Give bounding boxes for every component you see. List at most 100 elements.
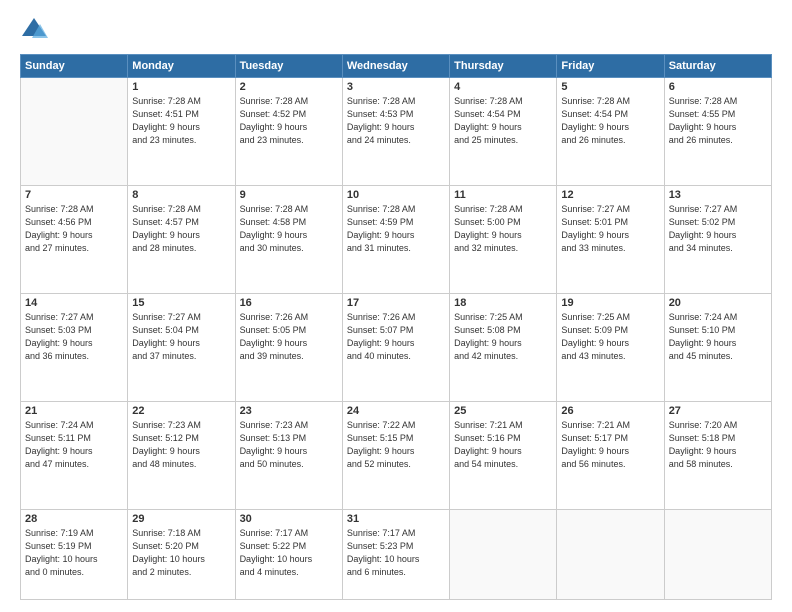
- calendar-cell: 8 Sunrise: 7:28 AMSunset: 4:57 PMDaylight…: [128, 186, 235, 294]
- day-number: 19: [561, 297, 659, 309]
- calendar-cell: 13 Sunrise: 7:27 AMSunset: 5:02 PMDayligh…: [664, 186, 771, 294]
- day-info: Sunrise: 7:28 AMSunset: 4:54 PMDaylight:…: [454, 95, 552, 147]
- day-info: Sunrise: 7:18 AMSunset: 5:20 PMDaylight:…: [132, 527, 230, 579]
- day-info: Sunrise: 7:28 AMSunset: 4:53 PMDaylight:…: [347, 95, 445, 147]
- day-number: 10: [347, 189, 445, 201]
- day-info: Sunrise: 7:25 AMSunset: 5:09 PMDaylight:…: [561, 311, 659, 363]
- calendar-cell: 30Sunrise: 7:17 AMSunset: 5:22 PMDayligh…: [235, 510, 342, 600]
- logo: [20, 16, 52, 44]
- calendar-cell: 22 Sunrise: 7:23 AMSunset: 5:12 PMDayligh…: [128, 402, 235, 510]
- calendar-cell: 21 Sunrise: 7:24 AMSunset: 5:11 PMDayligh…: [21, 402, 128, 510]
- day-info: Sunrise: 7:26 AMSunset: 5:07 PMDaylight:…: [347, 311, 445, 363]
- calendar-cell: 10 Sunrise: 7:28 AMSunset: 4:59 PMDayligh…: [342, 186, 449, 294]
- weekday-header-saturday: Saturday: [664, 55, 771, 78]
- day-number: 25: [454, 405, 552, 417]
- calendar-cell: 23Sunrise: 7:23 AMSunset: 5:13 PMDayligh…: [235, 402, 342, 510]
- calendar-cell: 12Sunrise: 7:27 AMSunset: 5:01 PMDayligh…: [557, 186, 664, 294]
- calendar-cell: 19 Sunrise: 7:25 AMSunset: 5:09 PMDayligh…: [557, 294, 664, 402]
- calendar-cell: 2 Sunrise: 7:28 AMSunset: 4:52 PMDaylight…: [235, 78, 342, 186]
- day-info: Sunrise: 7:27 AMSunset: 5:04 PMDaylight:…: [132, 311, 230, 363]
- week-row-2: 14 Sunrise: 7:27 AMSunset: 5:03 PMDayligh…: [21, 294, 772, 402]
- calendar-cell: 11 Sunrise: 7:28 AMSunset: 5:00 PMDayligh…: [450, 186, 557, 294]
- day-info: Sunrise: 7:28 AMSunset: 4:56 PMDaylight:…: [25, 203, 123, 255]
- day-number: 1: [132, 81, 230, 93]
- week-row-4: 28 Sunrise: 7:19 AMSunset: 5:19 PMDayligh…: [21, 510, 772, 600]
- week-row-3: 21 Sunrise: 7:24 AMSunset: 5:11 PMDayligh…: [21, 402, 772, 510]
- day-info: Sunrise: 7:27 AMSunset: 5:02 PMDaylight:…: [669, 203, 767, 255]
- logo-icon: [20, 16, 48, 44]
- day-number: 9: [240, 189, 338, 201]
- day-number: 2: [240, 81, 338, 93]
- page: SundayMondayTuesdayWednesdayThursdayFrid…: [0, 0, 792, 612]
- day-info: Sunrise: 7:28 AMSunset: 4:55 PMDaylight:…: [669, 95, 767, 147]
- calendar-cell: 27Sunrise: 7:20 AMSunset: 5:18 PMDayligh…: [664, 402, 771, 510]
- day-info: Sunrise: 7:28 AMSunset: 4:59 PMDaylight:…: [347, 203, 445, 255]
- day-number: 17: [347, 297, 445, 309]
- calendar-cell: 15Sunrise: 7:27 AMSunset: 5:04 PMDayligh…: [128, 294, 235, 402]
- calendar-cell: 29 Sunrise: 7:18 AMSunset: 5:20 PMDayligh…: [128, 510, 235, 600]
- calendar-cell: 25 Sunrise: 7:21 AMSunset: 5:16 PMDayligh…: [450, 402, 557, 510]
- calendar-cell: [21, 78, 128, 186]
- day-number: 28: [25, 513, 123, 525]
- calendar-cell: 26 Sunrise: 7:21 AMSunset: 5:17 PMDayligh…: [557, 402, 664, 510]
- header: [20, 16, 772, 44]
- day-info: Sunrise: 7:28 AMSunset: 4:51 PMDaylight:…: [132, 95, 230, 147]
- calendar-cell: 17 Sunrise: 7:26 AMSunset: 5:07 PMDayligh…: [342, 294, 449, 402]
- day-number: 5: [561, 81, 659, 93]
- day-info: Sunrise: 7:28 AMSunset: 4:57 PMDaylight:…: [132, 203, 230, 255]
- weekday-header-monday: Monday: [128, 55, 235, 78]
- day-info: Sunrise: 7:28 AMSunset: 4:54 PMDaylight:…: [561, 95, 659, 147]
- day-info: Sunrise: 7:27 AMSunset: 5:01 PMDaylight:…: [561, 203, 659, 255]
- calendar-cell: [450, 510, 557, 600]
- day-number: 24: [347, 405, 445, 417]
- weekday-header-friday: Friday: [557, 55, 664, 78]
- day-info: Sunrise: 7:19 AMSunset: 5:19 PMDaylight:…: [25, 527, 123, 579]
- weekday-header-sunday: Sunday: [21, 55, 128, 78]
- day-info: Sunrise: 7:26 AMSunset: 5:05 PMDaylight:…: [240, 311, 338, 363]
- calendar-cell: 6 Sunrise: 7:28 AMSunset: 4:55 PMDaylight…: [664, 78, 771, 186]
- day-info: Sunrise: 7:21 AMSunset: 5:16 PMDaylight:…: [454, 419, 552, 471]
- calendar-cell: 31Sunrise: 7:17 AMSunset: 5:23 PMDayligh…: [342, 510, 449, 600]
- weekday-header-row: SundayMondayTuesdayWednesdayThursdayFrid…: [21, 55, 772, 78]
- day-info: Sunrise: 7:28 AMSunset: 5:00 PMDaylight:…: [454, 203, 552, 255]
- week-row-1: 7Sunrise: 7:28 AMSunset: 4:56 PMDaylight…: [21, 186, 772, 294]
- calendar-cell: 20 Sunrise: 7:24 AMSunset: 5:10 PMDayligh…: [664, 294, 771, 402]
- day-info: Sunrise: 7:24 AMSunset: 5:10 PMDaylight:…: [669, 311, 767, 363]
- calendar-cell: 3Sunrise: 7:28 AMSunset: 4:53 PMDaylight…: [342, 78, 449, 186]
- day-number: 21: [25, 405, 123, 417]
- day-number: 27: [669, 405, 767, 417]
- calendar-cell: 4 Sunrise: 7:28 AMSunset: 4:54 PMDaylight…: [450, 78, 557, 186]
- day-number: 14: [25, 297, 123, 309]
- day-number: 22: [132, 405, 230, 417]
- day-info: Sunrise: 7:28 AMSunset: 4:52 PMDaylight:…: [240, 95, 338, 147]
- calendar-cell: 16 Sunrise: 7:26 AMSunset: 5:05 PMDayligh…: [235, 294, 342, 402]
- day-info: Sunrise: 7:21 AMSunset: 5:17 PMDaylight:…: [561, 419, 659, 471]
- day-info: Sunrise: 7:27 AMSunset: 5:03 PMDaylight:…: [25, 311, 123, 363]
- day-info: Sunrise: 7:22 AMSunset: 5:15 PMDaylight:…: [347, 419, 445, 471]
- day-number: 29: [132, 513, 230, 525]
- calendar-cell: [664, 510, 771, 600]
- day-number: 26: [561, 405, 659, 417]
- day-number: 23: [240, 405, 338, 417]
- calendar-cell: 24 Sunrise: 7:22 AMSunset: 5:15 PMDayligh…: [342, 402, 449, 510]
- day-info: Sunrise: 7:23 AMSunset: 5:12 PMDaylight:…: [132, 419, 230, 471]
- day-number: 31: [347, 513, 445, 525]
- day-number: 20: [669, 297, 767, 309]
- day-number: 18: [454, 297, 552, 309]
- day-info: Sunrise: 7:24 AMSunset: 5:11 PMDaylight:…: [25, 419, 123, 471]
- day-number: 4: [454, 81, 552, 93]
- day-number: 6: [669, 81, 767, 93]
- day-number: 8: [132, 189, 230, 201]
- day-number: 11: [454, 189, 552, 201]
- day-info: Sunrise: 7:17 AMSunset: 5:22 PMDaylight:…: [240, 527, 338, 579]
- calendar-cell: 7Sunrise: 7:28 AMSunset: 4:56 PMDaylight…: [21, 186, 128, 294]
- day-number: 16: [240, 297, 338, 309]
- calendar-cell: 28 Sunrise: 7:19 AMSunset: 5:19 PMDayligh…: [21, 510, 128, 600]
- calendar-cell: 18 Sunrise: 7:25 AMSunset: 5:08 PMDayligh…: [450, 294, 557, 402]
- day-info: Sunrise: 7:25 AMSunset: 5:08 PMDaylight:…: [454, 311, 552, 363]
- day-info: Sunrise: 7:28 AMSunset: 4:58 PMDaylight:…: [240, 203, 338, 255]
- weekday-header-tuesday: Tuesday: [235, 55, 342, 78]
- calendar-cell: 9 Sunrise: 7:28 AMSunset: 4:58 PMDaylight…: [235, 186, 342, 294]
- day-number: 13: [669, 189, 767, 201]
- calendar-cell: 1 Sunrise: 7:28 AMSunset: 4:51 PMDaylight…: [128, 78, 235, 186]
